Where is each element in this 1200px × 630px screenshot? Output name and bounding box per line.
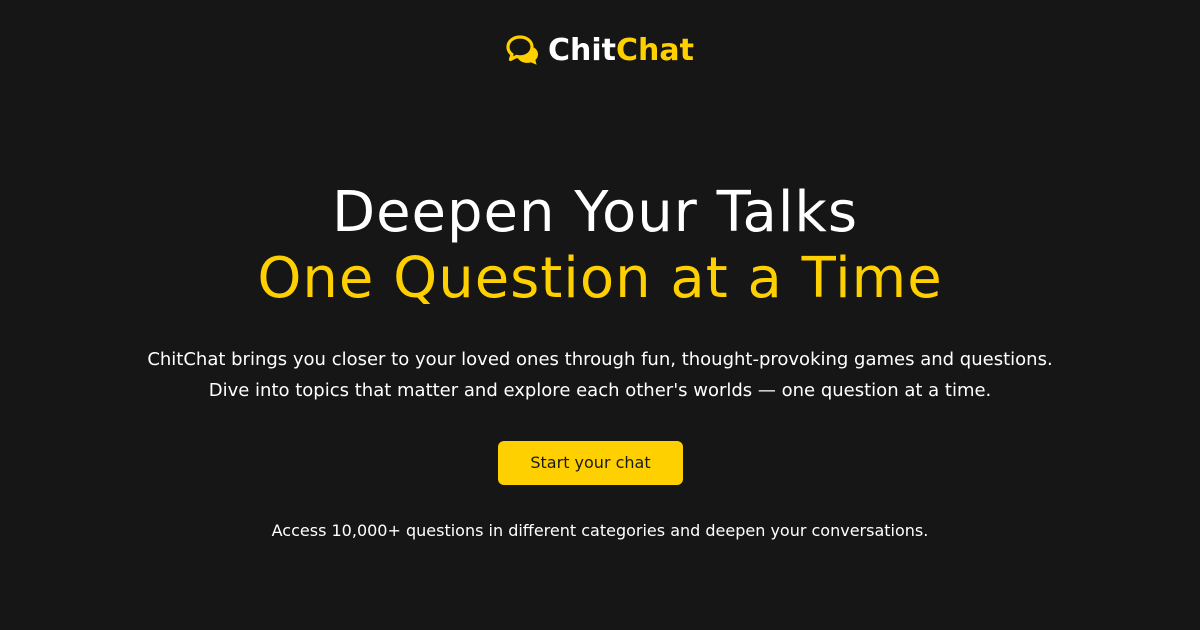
logo-text-chit: Chit bbox=[548, 33, 617, 68]
description-line-2: Dive into topics that matter and explore… bbox=[208, 380, 992, 401]
description-line-1: ChitChat brings you closer to your loved… bbox=[147, 349, 1053, 370]
logo-text-chat: Chat bbox=[616, 33, 694, 68]
headline-line-1: Deepen Your Talks bbox=[331, 180, 859, 245]
hero-description: ChitChat brings you closer to your loved… bbox=[0, 344, 1200, 406]
headline-line-2: One Question at a Time bbox=[257, 246, 943, 311]
hero-footnote: Access 10,000+ questions in different ca… bbox=[271, 521, 929, 540]
hero: Deepen Your Talks One Question at a Time bbox=[0, 180, 1200, 312]
logo-wordmark: ChitChat bbox=[548, 33, 694, 69]
hero-headline: Deepen Your Talks One Question at a Time bbox=[0, 180, 1200, 312]
start-chat-button[interactable]: Start your chat bbox=[498, 441, 683, 485]
logo[interactable]: ChitChat bbox=[0, 33, 1200, 69]
speech-bubbles-icon bbox=[506, 35, 539, 65]
